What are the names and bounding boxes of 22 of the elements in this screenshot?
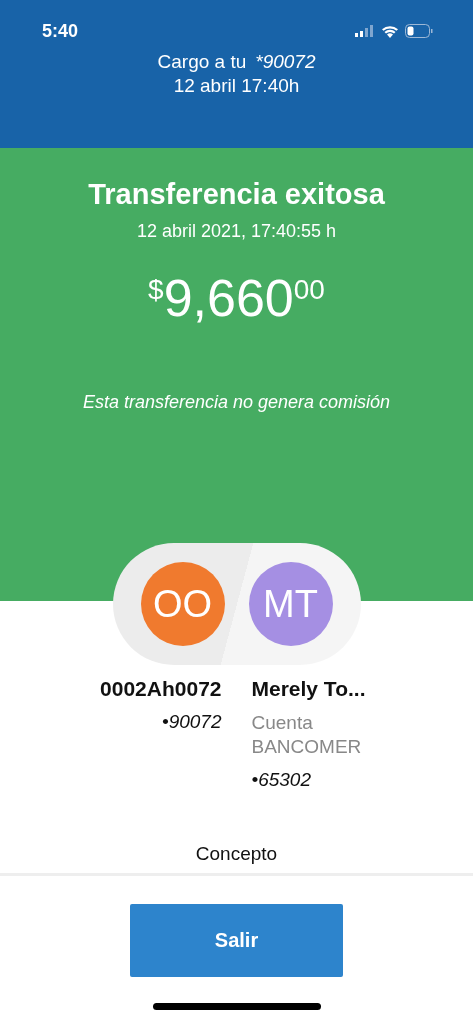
- account-number: *90072: [255, 50, 316, 74]
- party-name: 0002Ah0072: [100, 677, 222, 701]
- result-title: Transferencia exitosa: [88, 178, 385, 211]
- amount-cents: 00: [293, 274, 325, 306]
- account-number: •65302: [251, 769, 311, 791]
- party-name: Merely To...: [251, 677, 366, 701]
- initials-avatar: OO: [140, 562, 225, 646]
- commission-note: Esta transferencia no genera comisión: [82, 392, 391, 413]
- battery-icon: [405, 24, 433, 38]
- charge-label: Cargo a tu: [157, 50, 247, 74]
- transfer-datetime: 12 abril 2021, 17:40:55 h: [136, 221, 337, 242]
- currency-symbol: $: [148, 274, 164, 306]
- account-number: •90072: [162, 711, 222, 733]
- charge-date: 12 abril 17:40h: [173, 74, 300, 98]
- initials-avatar: MT: [248, 562, 333, 646]
- exit-button[interactable]: Salir: [130, 904, 343, 977]
- wifi-icon: [381, 24, 399, 38]
- amount-value: 9,660: [163, 268, 294, 328]
- bank-name: Cuenta BANCOMER: [251, 711, 363, 759]
- status-time: 5:40: [42, 20, 79, 42]
- concept-label: Concepto: [0, 843, 473, 876]
- signal-icon: [355, 25, 375, 37]
